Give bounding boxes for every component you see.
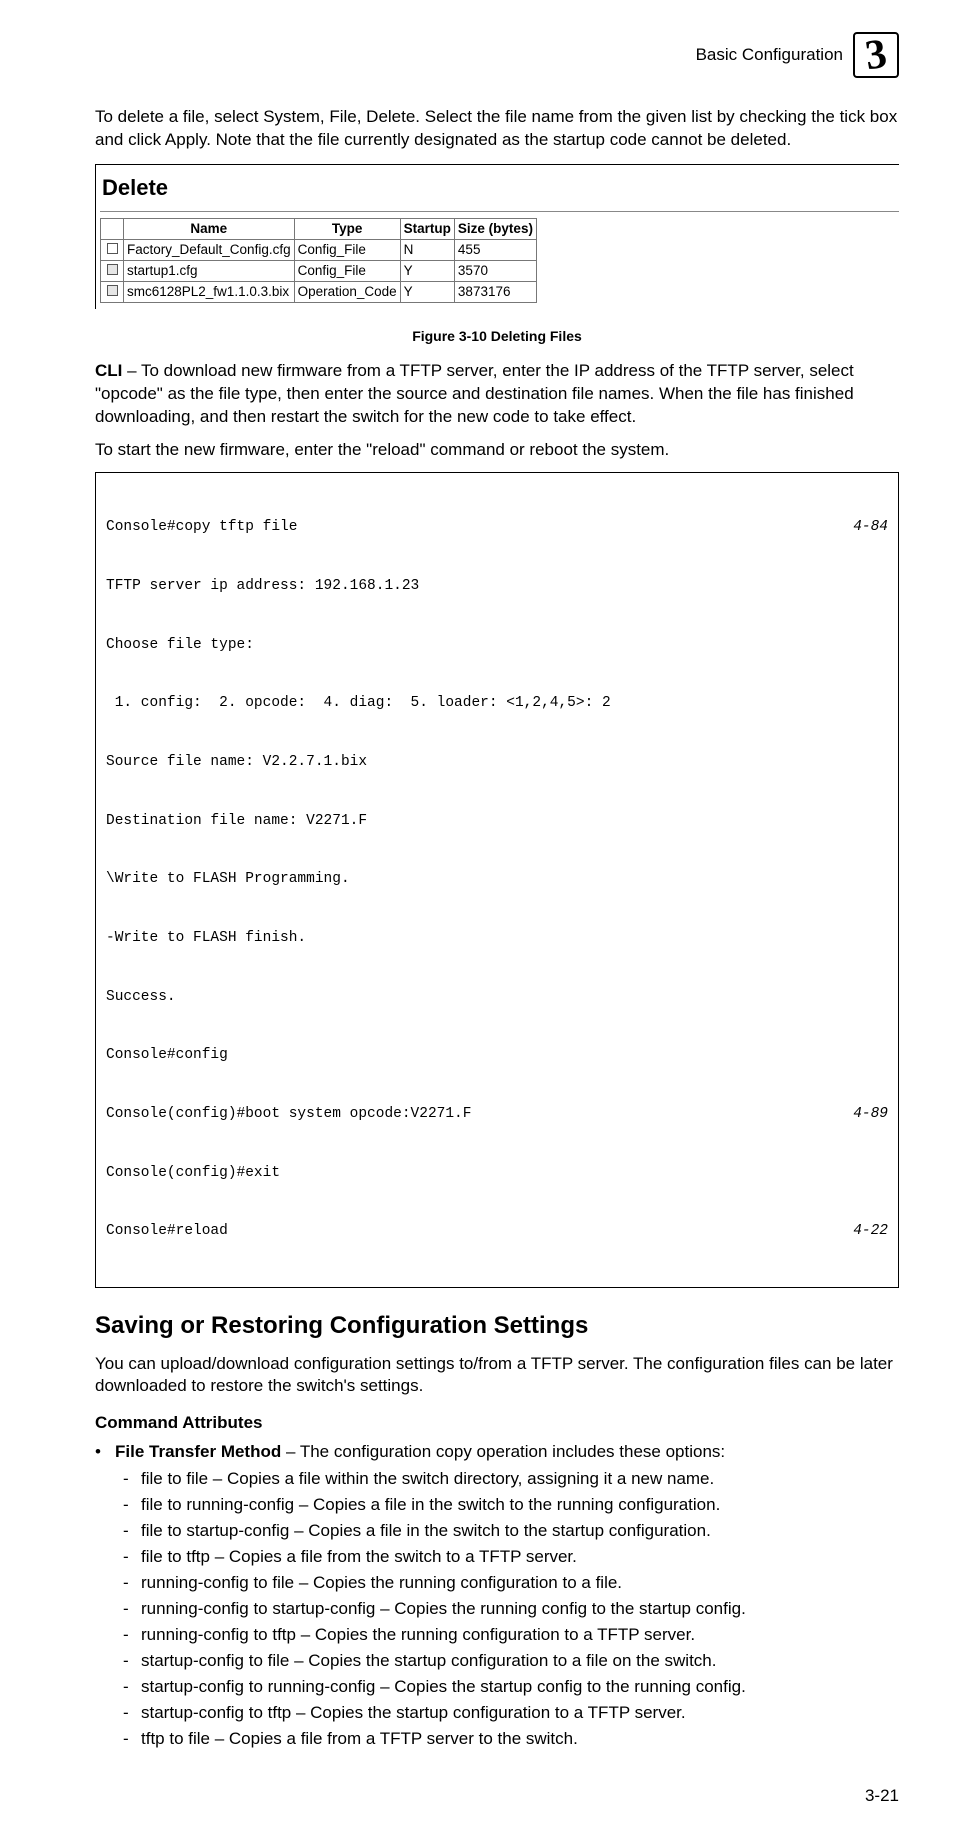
cli-rest: – To download new firmware from a TFTP s…: [95, 361, 854, 426]
section-heading: Saving or Restoring Configuration Settin…: [95, 1310, 899, 1342]
delete-panel-title: Delete: [102, 173, 899, 203]
dash-icon: -: [123, 1598, 133, 1621]
col-type: Type: [294, 218, 400, 239]
bullet-dot-icon: •: [95, 1441, 105, 1464]
table-header-row: Name Type Startup Size (bytes): [101, 218, 537, 239]
cli-line: Destination file name: V2271.F: [106, 812, 888, 832]
dash-icon: -: [123, 1702, 133, 1725]
cli-line: Console#reload4-22: [106, 1222, 888, 1242]
bullet-text: running-config to startup-config – Copie…: [141, 1598, 746, 1621]
cell-startup: N: [400, 239, 454, 260]
cli-line: Console#copy tftp file4-84: [106, 518, 888, 538]
bullet-level2: -startup-config to file – Copies the sta…: [123, 1650, 899, 1673]
bullet-level2: -running-config to startup-config – Copi…: [123, 1598, 899, 1621]
cli-line: \Write to FLASH Programming.: [106, 870, 888, 890]
bullet-text: startup-config to running-config – Copie…: [141, 1676, 746, 1699]
bullet-text: startup-config to tftp – Copies the star…: [141, 1702, 686, 1725]
row-checkbox[interactable]: [107, 285, 118, 296]
dash-icon: -: [123, 1546, 133, 1569]
page-number: 3-21: [95, 1785, 899, 1808]
intro-paragraph: To delete a file, select System, File, D…: [95, 106, 899, 152]
bullet-text: file to running-config – Copies a file i…: [141, 1494, 720, 1517]
file-table: Name Type Startup Size (bytes) Factory_D…: [100, 218, 537, 304]
cli-line: -Write to FLASH finish.: [106, 929, 888, 949]
cli-line: Console(config)#boot system opcode:V2271…: [106, 1105, 888, 1125]
cell-name: startup1.cfg: [124, 261, 295, 282]
dash-icon: -: [123, 1494, 133, 1517]
col-startup: Startup: [400, 218, 454, 239]
bullet-lead: File Transfer Method: [115, 1442, 281, 1461]
header-title: Basic Configuration: [696, 44, 843, 67]
cell-size: 455: [454, 239, 536, 260]
bullet-text: file to startup-config – Copies a file i…: [141, 1520, 711, 1543]
dash-icon: -: [123, 1728, 133, 1751]
bullet-level2: -file to file – Copies a file within the…: [123, 1468, 899, 1491]
dash-icon: -: [123, 1624, 133, 1647]
page-header: Basic Configuration 3: [95, 32, 899, 78]
chapter-badge: 3: [853, 32, 899, 78]
bullet-text: file to file – Copies a file within the …: [141, 1468, 714, 1491]
table-row: smc6128PL2_fw1.1.0.3.bix Operation_Code …: [101, 282, 537, 303]
bullet-level1: • File Transfer Method – The configurati…: [95, 1441, 899, 1464]
cell-name: smc6128PL2_fw1.1.0.3.bix: [124, 282, 295, 303]
panel-divider: [100, 211, 899, 212]
table-row: Factory_Default_Config.cfg Config_File N…: [101, 239, 537, 260]
cli-line: Console(config)#exit: [106, 1164, 888, 1184]
cli-output-box: Console#copy tftp file4-84 TFTP server i…: [95, 472, 899, 1288]
bullet-level2: -startup-config to tftp – Copies the sta…: [123, 1702, 899, 1725]
bullet-level2: -file to running-config – Copies a file …: [123, 1494, 899, 1517]
bullet-text: running-config to file – Copies the runn…: [141, 1572, 622, 1595]
cli-line: TFTP server ip address: 192.168.1.23: [106, 577, 888, 597]
cli-line: Success.: [106, 988, 888, 1008]
figure-caption: Figure 3-10 Deleting Files: [95, 327, 899, 346]
cell-size: 3873176: [454, 282, 536, 303]
bullet-level2: -running-config to tftp – Copies the run…: [123, 1624, 899, 1647]
start-firmware-paragraph: To start the new firmware, enter the "re…: [95, 439, 899, 462]
dash-icon: -: [123, 1572, 133, 1595]
cell-type: Operation_Code: [294, 282, 400, 303]
row-checkbox[interactable]: [107, 264, 118, 275]
cli-line: Console#config: [106, 1046, 888, 1066]
bullet-level2: -startup-config to running-config – Copi…: [123, 1676, 899, 1699]
col-name: Name: [124, 218, 295, 239]
dash-icon: -: [123, 1468, 133, 1491]
section-paragraph: You can upload/download configuration se…: [95, 1353, 899, 1399]
cell-name: Factory_Default_Config.cfg: [124, 239, 295, 260]
bullet-text: startup-config to file – Copies the star…: [141, 1650, 717, 1673]
table-row: startup1.cfg Config_File Y 3570: [101, 261, 537, 282]
bullet-level2: -file to startup-config – Copies a file …: [123, 1520, 899, 1543]
bullet-level2: -running-config to file – Copies the run…: [123, 1572, 899, 1595]
col-checkbox: [101, 218, 124, 239]
dash-icon: -: [123, 1650, 133, 1673]
bullet-text: tftp to file – Copies a file from a TFTP…: [141, 1728, 578, 1751]
cli-line: 1. config: 2. opcode: 4. diag: 5. loader…: [106, 694, 888, 714]
dash-icon: -: [123, 1520, 133, 1543]
row-checkbox[interactable]: [107, 243, 118, 254]
cell-startup: Y: [400, 282, 454, 303]
chapter-number: 3: [862, 34, 889, 76]
delete-panel: Delete Name Type Startup Size (bytes) Fa…: [95, 164, 899, 310]
cli-line: Choose file type:: [106, 636, 888, 656]
dash-icon: -: [123, 1676, 133, 1699]
sub-heading: Command Attributes: [95, 1412, 899, 1435]
cell-startup: Y: [400, 261, 454, 282]
cli-paragraph: CLI – To download new firmware from a TF…: [95, 360, 899, 429]
cell-size: 3570: [454, 261, 536, 282]
col-size: Size (bytes): [454, 218, 536, 239]
cli-line: Source file name: V2.2.7.1.bix: [106, 753, 888, 773]
bullet-level2: -file to tftp – Copies a file from the s…: [123, 1546, 899, 1569]
bullet-text: running-config to tftp – Copies the runn…: [141, 1624, 695, 1647]
bullet-text: File Transfer Method – The configuration…: [115, 1441, 725, 1464]
cell-type: Config_File: [294, 261, 400, 282]
bullet-rest: – The configuration copy operation inclu…: [281, 1442, 725, 1461]
bullet-text: file to tftp – Copies a file from the sw…: [141, 1546, 577, 1569]
cli-lead: CLI: [95, 361, 122, 380]
cell-type: Config_File: [294, 239, 400, 260]
bullet-level2: -tftp to file – Copies a file from a TFT…: [123, 1728, 899, 1751]
